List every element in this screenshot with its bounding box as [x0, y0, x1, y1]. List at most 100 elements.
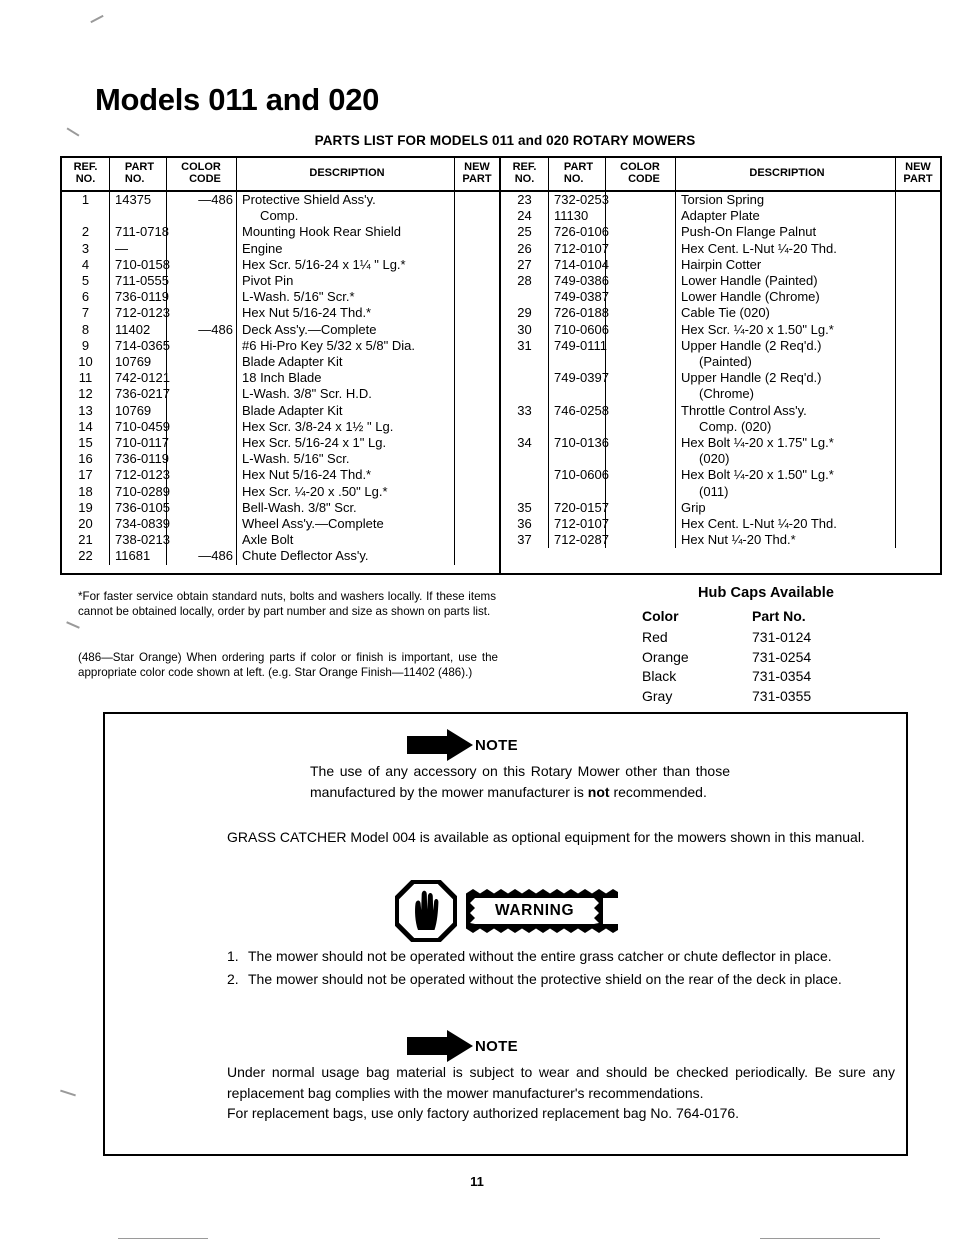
parts-rows-left: 1 14375 —486 Protective Shield Ass'y. Comp.…	[62, 192, 499, 565]
cell-new-part	[896, 451, 940, 467]
note-2-heading: NOTE	[407, 1030, 518, 1062]
cell-new-part	[896, 370, 940, 386]
warning-item-number: 1.	[227, 948, 239, 964]
cell-ref-no: 21	[62, 532, 110, 549]
cell-ref-no	[501, 354, 549, 371]
cell-description: Hex Nut 5/16-24 Thd.*	[237, 467, 455, 484]
cell-part-no: 714-0365	[110, 337, 170, 355]
cell-part-no: 712-0123	[110, 305, 170, 322]
footnote-fasteners: *For faster service obtain standard nuts…	[78, 590, 496, 619]
cell-ref-no: 19	[62, 499, 110, 517]
cell-description: Hex Scr. 5/16-24 x 1¼ " Lg.*	[237, 256, 455, 274]
note-2-paragraph-2: For replacement bags, use only factory a…	[227, 1105, 740, 1122]
cell-color-code	[167, 467, 237, 484]
cell-new-part	[896, 403, 940, 419]
scan-speck	[760, 1238, 880, 1239]
cell-part-no: 14375	[110, 192, 167, 209]
cell-ref-no: 15	[62, 435, 110, 452]
cell-part-no: 749-0387	[549, 289, 609, 306]
cell-color-code	[167, 435, 237, 452]
table-row: 31 749-0111 Upper Handle (2 Req'd.)	[501, 337, 940, 355]
cell-description: Hex Scr. ¼-20 x 1.50" Lg.*	[676, 321, 896, 338]
cell-new-part	[896, 208, 940, 224]
cell-new-part	[896, 435, 940, 451]
table-row: 19 736-0105 Bell-Wash. 3/8" Scr.	[62, 499, 499, 517]
hub-caps-header-part: Part No.	[752, 608, 806, 624]
cell-ref-no: 12	[62, 386, 110, 403]
table-row: 25 726-0106 Push-On Flange Palnut	[501, 224, 940, 241]
cell-part-no: 10769	[110, 402, 167, 419]
table-header-row-left: REF. NO. PART NO. COLOR CODE DESCRIPTION NE…	[62, 158, 499, 192]
cell-part-no: 712-0107	[549, 240, 609, 257]
parts-table-left-half: REF. NO. PART NO. COLOR CODE DESCRIPTION NE…	[62, 158, 501, 573]
note-1-heading: NOTE	[407, 729, 518, 761]
cell-part-no: 734-0839	[110, 516, 170, 533]
cell-description: Engine	[237, 240, 455, 257]
cell-ref-no: 5	[62, 273, 110, 290]
cell-description: Lower Handle (Painted)	[676, 273, 896, 290]
cell-ref-no: 4	[62, 256, 110, 274]
cell-description: Bell-Wash. 3/8" Scr.	[237, 499, 455, 517]
table-row: 13 10769 Blade Adapter Kit	[62, 402, 499, 419]
cell-color-code	[167, 402, 237, 419]
hub-caps-row: Gray 731-0355	[636, 687, 896, 707]
cell-new-part	[896, 224, 940, 240]
cell-part-no: 710-0606	[549, 321, 609, 338]
table-row: 2 711-0718 Mounting Hook Rear Shield	[62, 224, 499, 241]
scalloped-border-right-icon	[594, 898, 604, 924]
table-row: 15 710-0117 Hex Scr. 5/16-24 x 1" Lg.	[62, 435, 499, 452]
cell-ref-no: 26	[501, 240, 549, 257]
cell-description: Deck Ass'y.—Complete	[237, 321, 455, 338]
cell-ref-no: 16	[62, 451, 110, 468]
cell-new-part	[455, 322, 499, 338]
cell-new-part	[455, 516, 499, 532]
table-row: 8 11402 —486 Deck Ass'y.—Complete	[62, 321, 499, 338]
cell-part-no: 749-0397	[549, 370, 609, 387]
cell-new-part	[896, 257, 940, 273]
cell-ref-no: 30	[501, 321, 549, 338]
table-row: Comp. (020)	[501, 418, 940, 436]
cell-part-no: 711-0555	[110, 273, 169, 290]
cell-color-code	[167, 370, 237, 387]
header-description: DESCRIPTION	[237, 158, 455, 190]
cell-description: Hex Scr. ¼-20 x .50" Lg.*	[237, 483, 455, 500]
cell-new-part	[896, 192, 940, 208]
table-row: 749-0387 Lower Handle (Chrome)	[501, 289, 940, 306]
cell-part-no: 732-0253	[549, 192, 609, 209]
right-arrow-icon	[407, 729, 473, 761]
table-row: Comp.	[62, 208, 499, 225]
cell-color-code	[606, 402, 676, 419]
header-ref-no-line2: NO.	[75, 173, 96, 185]
hub-caps-row: Black 731-0354	[636, 667, 896, 687]
cell-ref-no: 23	[501, 192, 549, 209]
cell-new-part	[455, 370, 499, 386]
cell-description: (020)	[676, 451, 896, 468]
cell-description: Adapter Plate	[676, 208, 896, 225]
cell-color-code	[606, 305, 676, 322]
cell-part-no: 710-0117	[110, 435, 169, 452]
cell-description: Hairpin Cotter	[676, 256, 896, 274]
cell-part-no: 712-0107	[549, 516, 609, 533]
cell-color-code	[606, 224, 676, 241]
cell-color-code	[167, 289, 237, 306]
cell-color-code	[606, 386, 676, 403]
table-row: 22 11681 —486 Chute Deflector Ass'y.	[62, 548, 499, 565]
cell-description: Chute Deflector Ass'y.	[237, 548, 455, 565]
cell-color-code: —486	[167, 192, 237, 209]
cell-new-part	[896, 305, 940, 321]
hub-caps-table: Color Part No. Red 731-0124 Orange 731-0254…	[636, 608, 896, 706]
table-row: 35 720-0157 Grip	[501, 499, 940, 517]
header-part-no: PART NO.	[110, 158, 167, 190]
cell-ref-no: 2	[62, 224, 110, 241]
cell-new-part	[896, 338, 940, 354]
cell-ref-no: 35	[501, 499, 549, 517]
hub-caps-row: Red 731-0124	[636, 628, 896, 648]
cell-description: Throttle Control Ass'y.	[676, 402, 896, 419]
cell-new-part	[455, 419, 499, 435]
cell-color-code	[167, 451, 237, 468]
table-row: (011)	[501, 483, 940, 500]
cell-new-part	[896, 273, 940, 289]
table-row: 4 710-0158 Hex Scr. 5/16-24 x 1¼ " Lg.*	[62, 256, 499, 274]
cell-description: Torsion Spring	[676, 192, 896, 209]
cell-color-code: —486	[167, 548, 237, 565]
